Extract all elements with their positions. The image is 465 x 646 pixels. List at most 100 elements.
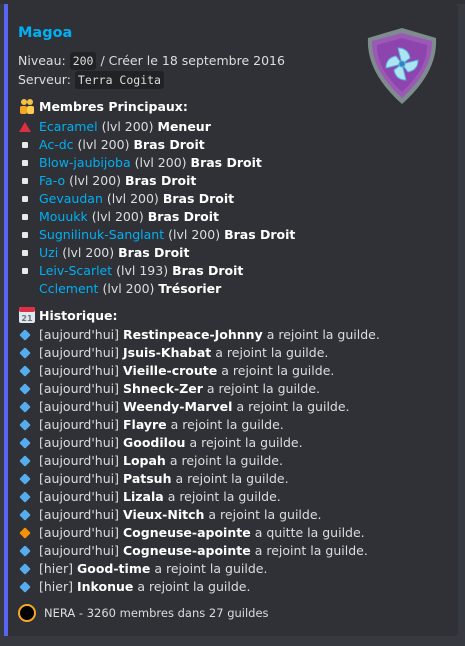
history-entry: [aujourd'hui] Vieux-Nitch a rejoint la gui… <box>18 506 322 524</box>
history-entry: [aujourd'hui] Jsuis-Khabat a rejoint la gu… <box>18 344 328 362</box>
member-level: (lvl 200) <box>69 173 122 188</box>
history-action: a rejoint la guilde. <box>154 561 268 576</box>
history-member-name: Cogneuse-apointe <box>123 525 251 540</box>
members-section-header: Membres Principaux: <box>18 97 188 115</box>
member-level: (lvl 200) <box>168 227 221 242</box>
history-section-title: Historique: <box>39 307 118 323</box>
history-when: [aujourd'hui] <box>39 363 119 378</box>
member-role: Bras Droit <box>133 137 205 152</box>
history-when: [aujourd'hui] <box>39 489 119 504</box>
blue-diamond-icon <box>18 400 32 414</box>
member-role: Bras Droit <box>147 209 220 224</box>
member-name-link[interactable]: Gevaudan <box>39 190 103 208</box>
history-action: a rejoint la guilde. <box>215 345 329 360</box>
history-when: [hier] <box>39 561 73 576</box>
blue-diamond-icon <box>18 490 32 504</box>
member-name-link[interactable]: Ac-dc <box>39 136 74 154</box>
blue-diamond-icon <box>18 418 32 432</box>
member-name-link[interactable]: Cclement <box>39 280 98 298</box>
history-when: [aujourd'hui] <box>39 417 119 432</box>
history-action: a rejoint la guilde. <box>206 381 320 396</box>
bullet-placeholder <box>18 282 32 296</box>
member-row: Mouukk (lvl 200) Bras Droit <box>18 208 219 226</box>
member-role: Meneur <box>157 119 211 134</box>
history-entry: [aujourd'hui] Goodilou a rejoint la guilde… <box>18 434 303 452</box>
member-row: Sugnilinuk-Sanglant (lvl 200) Bras Droit <box>18 226 295 244</box>
member-name-link[interactable]: Fa-o <box>39 172 65 190</box>
member-row: Ac-dc (lvl 200) Bras Droit <box>18 136 205 154</box>
white-square-icon <box>18 210 32 224</box>
history-action: a rejoint la guilde. <box>189 435 303 450</box>
history-when: [aujourd'hui] <box>39 471 119 486</box>
member-level: (lvl 200) <box>101 119 154 134</box>
members-section-title: Membres Principaux: <box>39 98 188 114</box>
blue-diamond-icon <box>18 508 32 522</box>
member-level: (lvl 200) <box>102 281 155 296</box>
white-square-icon <box>18 156 32 170</box>
history-entry: [aujourd'hui] Lopah a rejoint la guilde. <box>18 452 283 470</box>
blue-diamond-icon <box>18 346 32 360</box>
history-entry: [aujourd'hui] Cogneuse-apointe a rejoint l… <box>18 542 368 560</box>
history-member-name: Inkonue <box>76 579 134 594</box>
white-square-icon <box>18 138 32 152</box>
history-when: [aujourd'hui] <box>39 453 119 468</box>
blue-diamond-icon <box>18 436 32 450</box>
member-role: Bras Droit <box>172 263 244 278</box>
history-action: a rejoint la guilde. <box>169 453 283 468</box>
member-role: Bras Droit <box>190 155 262 170</box>
serveur-line: Serveur: Terra Cogita <box>18 71 164 89</box>
history-entry: [aujourd'hui] Cogneuse-apointe a quitte la… <box>18 524 365 542</box>
blue-diamond-icon <box>18 580 32 594</box>
history-entry: [aujourd'hui] Vieille-croute a rejoint la … <box>18 362 334 380</box>
history-member-name: Flayre <box>123 417 167 432</box>
member-row: Blow-jaubijoba (lvl 200) Bras Droit <box>18 154 262 172</box>
history-member-name: Weendy-Marvel <box>123 399 233 414</box>
blue-diamond-icon <box>18 382 32 396</box>
history-when: [aujourd'hui] <box>39 381 119 396</box>
blue-diamond-icon <box>18 328 32 342</box>
member-name-link[interactable]: Leiv-Scarlet <box>39 262 112 280</box>
member-row: Gevaudan (lvl 200) Bras Droit <box>18 190 234 208</box>
history-member-name: Goodilou <box>123 435 186 450</box>
history-member-name: Lizala <box>123 489 164 504</box>
niveau-value: 200 <box>69 52 97 70</box>
history-entry: [aujourd'hui] Lizala a rejoint la guilde. <box>18 488 281 506</box>
calendar-icon: 21 <box>19 307 35 323</box>
member-row: Fa-o (lvl 200) Bras Droit <box>18 172 196 190</box>
history-when: [aujourd'hui] <box>39 435 119 450</box>
history-action: a rejoint la guilde. <box>137 579 251 594</box>
history-member-name: Vieux-Nitch <box>123 507 205 522</box>
history-action: a rejoint la guilde. <box>221 363 335 378</box>
member-name-link[interactable]: Sugnilinuk-Sanglant <box>39 226 164 244</box>
history-member-name: Good-time <box>76 561 151 576</box>
history-when: [aujourd'hui] <box>39 507 119 522</box>
history-action: a rejoint la guilde. <box>175 471 289 486</box>
member-level: (lvl 200) <box>106 191 159 206</box>
history-member-name: Lopah <box>123 453 166 468</box>
blue-diamond-icon <box>18 472 32 486</box>
history-action: a rejoint la guilde. <box>236 399 350 414</box>
history-action: a rejoint la guilde. <box>167 489 281 504</box>
history-action: a rejoint la guilde. <box>266 327 380 342</box>
member-name-link[interactable]: Blow-jaubijoba <box>39 154 131 172</box>
history-entry: [hier] Inkonue a rejoint la guilde. <box>18 578 250 596</box>
orange-diamond-icon <box>18 526 32 540</box>
member-name-link[interactable]: Uzi <box>39 244 58 262</box>
member-role: Bras Droit <box>162 191 235 206</box>
white-square-icon <box>18 228 32 242</box>
people-icon <box>20 99 34 114</box>
history-member-name: Patsuh <box>123 471 172 486</box>
member-row: Uzi (lvl 200) Bras Droit <box>18 244 189 262</box>
history-member-name: Cogneuse-apointe <box>123 543 251 558</box>
history-entry: [aujourd'hui] Patsuh a rejoint la guilde. <box>18 470 289 488</box>
member-name-link[interactable]: Mouukk <box>39 208 88 226</box>
history-action: a rejoint la guilde. <box>170 417 284 432</box>
guild-emblem-icon[interactable] <box>362 26 442 106</box>
niveau-line: Niveau: 200 / Créer le 18 septembre 2016 <box>18 52 285 70</box>
embed-title[interactable]: Magoa <box>18 25 72 41</box>
history-entry: [aujourd'hui] Shneck-Zer a rejoint la guil… <box>18 380 320 398</box>
white-square-icon <box>18 264 32 278</box>
member-level: (lvl 200) <box>77 137 130 152</box>
member-name-link[interactable]: Ecaramel <box>39 118 98 136</box>
footer-text: NERA - 3260 membres dans 27 guildes <box>44 606 269 620</box>
